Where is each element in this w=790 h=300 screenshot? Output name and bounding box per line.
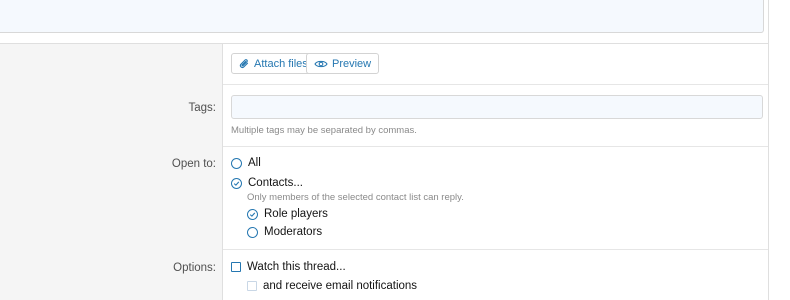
open-to-all-radio[interactable]: All	[231, 157, 261, 169]
attach-files-label: Attach files	[254, 57, 308, 70]
radio-checked-icon	[247, 208, 258, 220]
divider	[223, 249, 768, 250]
options-label: Options:	[173, 262, 216, 274]
checkbox-icon	[231, 262, 241, 272]
checkbox-icon	[247, 281, 257, 291]
radio-checked-icon	[231, 177, 242, 189]
post-options-form: Attach files Preview Tags: Multiple tags…	[0, 0, 790, 300]
radio-unchecked-icon	[231, 157, 242, 169]
divider	[223, 84, 768, 85]
preview-label: Preview	[332, 57, 372, 70]
divider	[768, 0, 769, 300]
open-to-contacts-label: Contacts...	[248, 177, 303, 189]
moderators-label: Moderators	[264, 226, 323, 238]
open-to-contacts-radio[interactable]: Contacts...	[231, 177, 303, 189]
moderators-radio[interactable]: Moderators	[247, 226, 322, 238]
eye-icon	[314, 59, 328, 69]
watch-thread-checkbox[interactable]: Watch this thread...	[231, 261, 346, 273]
watch-thread-label: Watch this thread...	[247, 261, 346, 273]
paperclip-icon	[239, 58, 250, 70]
tags-hint: Multiple tags may be separated by commas…	[231, 125, 417, 136]
radio-unchecked-icon	[247, 226, 258, 238]
tags-label: Tags:	[188, 102, 217, 114]
role-players-label: Role players	[264, 208, 328, 220]
attach-files-button[interactable]: Attach files	[231, 53, 316, 74]
message-editor[interactable]	[0, 0, 764, 33]
tags-input[interactable]	[231, 95, 763, 119]
open-to-all-label: All	[248, 157, 261, 169]
email-notifications-label: and receive email notifications	[263, 280, 418, 292]
preview-button[interactable]: Preview	[306, 53, 380, 74]
contacts-hint: Only members of the selected contact lis…	[247, 192, 464, 203]
open-to-label: Open to:	[171, 158, 216, 170]
role-players-radio[interactable]: Role players	[247, 208, 328, 220]
divider	[223, 146, 768, 147]
email-notifications-checkbox[interactable]: and receive email notifications	[247, 280, 417, 292]
